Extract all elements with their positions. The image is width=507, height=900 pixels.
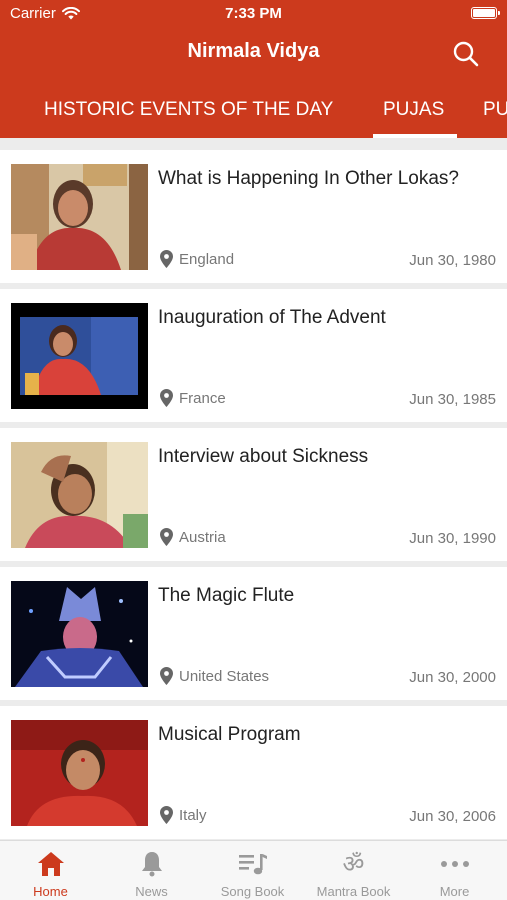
event-date: Jun 30, 2000 (409, 669, 496, 686)
om-icon: ॐ (342, 850, 365, 878)
event-card[interactable]: Inauguration of The Advent France Jun 30… (0, 289, 507, 422)
home-icon (37, 852, 64, 876)
event-thumbnail (11, 581, 148, 687)
search-icon (453, 41, 479, 67)
event-card[interactable]: Musical Program Italy Jun 30, 2006 (0, 706, 507, 839)
event-thumbnail (11, 720, 148, 826)
location-pin-icon (160, 667, 173, 685)
location-pin-icon (160, 389, 173, 407)
nav-more[interactable]: More (404, 841, 505, 900)
bottom-tab-bar: Home News Song Book ॐ Mantra Book More (0, 840, 507, 900)
battery-icon (471, 7, 500, 19)
active-tab-indicator (373, 134, 457, 138)
event-location: United States (160, 667, 269, 685)
nav-mantra-book[interactable]: ॐ Mantra Book (303, 841, 404, 900)
music-list-icon (238, 854, 267, 875)
event-thumbnail (11, 303, 148, 409)
nav-home-label: Home (33, 884, 68, 899)
location-pin-icon (160, 250, 173, 268)
event-location: France (160, 389, 226, 407)
nav-more-label: More (439, 884, 470, 899)
nav-song-book[interactable]: Song Book (202, 841, 303, 900)
event-location-label: Italy (179, 806, 207, 824)
event-date: Jun 30, 1990 (409, 530, 496, 547)
event-thumbnail (11, 442, 148, 548)
event-title: Musical Program (158, 724, 301, 745)
tab-next-partial[interactable]: PU (483, 88, 507, 138)
event-title: Interview about Sickness (158, 446, 369, 467)
status-bar: Carrier 7:33 PM (0, 0, 507, 28)
event-date: Jun 30, 1980 (409, 252, 496, 269)
app-header: Carrier 7:33 PM Nirmala Vidya HISTORIC E… (0, 0, 507, 138)
more-dots-icon (440, 861, 469, 867)
event-location: England (160, 250, 234, 268)
event-date: Jun 30, 1985 (409, 391, 496, 408)
event-title: What is Happening In Other Lokas? (158, 168, 460, 189)
event-thumbnail (11, 164, 148, 270)
app-title: Nirmala Vidya (187, 40, 320, 62)
tab-pujas[interactable]: PUJAS (383, 88, 444, 138)
search-button[interactable] (448, 36, 484, 72)
status-time: 7:33 PM (225, 5, 282, 22)
nav-news[interactable]: News (101, 841, 202, 900)
tab-historic-events[interactable]: HISTORIC EVENTS OF THE DAY (44, 88, 333, 138)
event-location-label: France (179, 389, 226, 407)
event-title: Inauguration of The Advent (158, 307, 386, 328)
nav-home[interactable]: Home (0, 841, 101, 900)
event-card[interactable]: What is Happening In Other Lokas? Englan… (0, 150, 507, 283)
event-date: Jun 30, 2006 (409, 808, 496, 825)
category-tabs: HISTORIC EVENTS OF THE DAY PUJAS PU (0, 88, 507, 138)
nav-mantra-book-label: Mantra Book (316, 884, 391, 899)
nav-song-book-label: Song Book (220, 884, 285, 899)
event-location-label: United States (179, 667, 270, 685)
nav-news-label: News (135, 884, 168, 899)
event-location: Austria (160, 528, 226, 546)
event-title: The Magic Flute (158, 585, 295, 606)
event-card[interactable]: Interview about Sickness Austria Jun 30,… (0, 428, 507, 561)
event-card[interactable]: The Magic Flute United States Jun 30, 20… (0, 567, 507, 700)
location-pin-icon (160, 806, 173, 824)
event-location: Italy (160, 806, 207, 824)
bell-icon (141, 852, 162, 877)
event-location-label: Austria (179, 528, 226, 546)
event-location-label: England (179, 250, 235, 268)
location-pin-icon (160, 528, 173, 546)
